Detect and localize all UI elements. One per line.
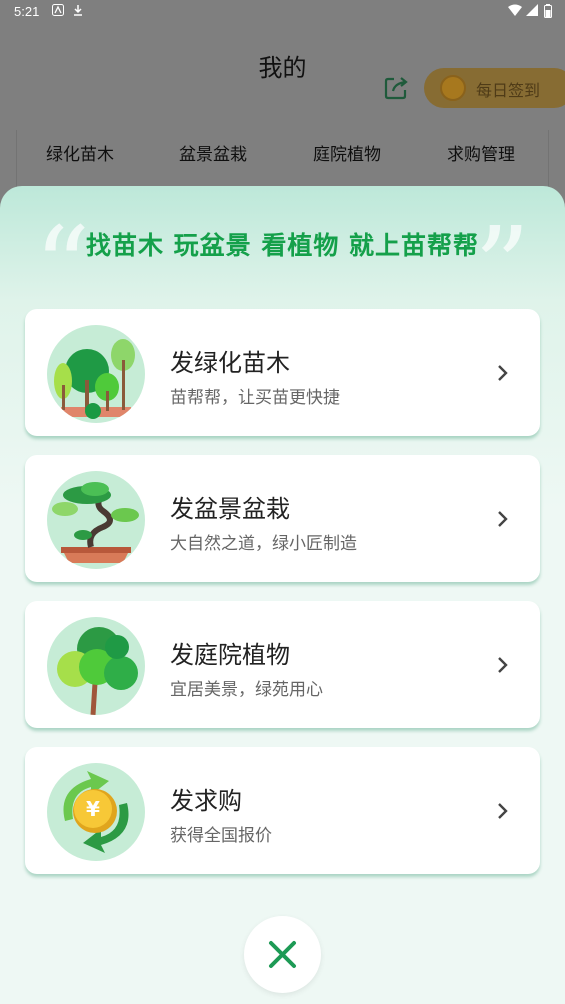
slogan-text: 找苗木 玩盆景 看植物 就上苗帮帮 [85,231,480,260]
card-title: 发盆景盆栽 [170,495,290,523]
post-purchase-request-card[interactable]: ¥ 发求购 获得全国报价 [25,747,540,874]
svg-text:¥: ¥ [86,797,100,821]
signal-icon [526,4,538,19]
chevron-right-icon [498,511,508,527]
status-time: 5:21 [14,4,40,19]
chevron-right-icon [498,657,508,673]
checkin-coin-icon [440,75,466,101]
status-bar: 5:21 [0,0,565,24]
bonsai-icon [47,471,145,569]
share-icon[interactable] [382,74,410,102]
checkin-label: 每日签到 [476,81,541,100]
publish-bottom-sheet: “ ” 找苗木 玩盆景 看植物 就上苗帮帮 发绿化苗木 苗帮帮，让买苗更快捷 发… [0,186,565,1004]
card-subtitle: 苗帮帮，让买苗更快捷 [170,388,340,408]
close-icon [269,941,296,968]
card-subtitle: 获得全国报价 [170,826,272,846]
tab-bonsai[interactable]: 盆景盆栽 [179,140,247,165]
post-courtyard-plants-card[interactable]: 发庭院植物 宜居美景，绿苑用心 [25,601,540,728]
post-bonsai-card[interactable]: 发盆景盆栽 大自然之道，绿小匠制造 [25,455,540,582]
close-sheet-button[interactable] [244,916,321,993]
wifi-icon [508,4,522,19]
purchase-coin-icon: ¥ [47,763,145,861]
green-trees-icon [47,325,145,423]
notification-a-icon [52,4,64,19]
tab-green-seedlings[interactable]: 绿化苗木 [46,140,114,165]
daily-checkin-button[interactable]: 每日签到 [424,68,565,108]
card-title: 发求购 [170,787,242,815]
card-title: 发庭院植物 [170,641,290,669]
chevron-right-icon [498,365,508,381]
card-subtitle: 大自然之道，绿小匠制造 [170,534,357,554]
courtyard-tree-icon [47,617,145,715]
slogan-banner: “ ” 找苗木 玩盆景 看植物 就上苗帮帮 [0,206,565,322]
download-icon [72,4,84,19]
chevron-right-icon [498,803,508,819]
tab-courtyard-plants[interactable]: 庭院植物 [313,140,381,165]
category-tabs: 绿化苗木 盆景盆栽 庭院植物 求购管理 [16,130,549,190]
card-title: 发绿化苗木 [170,349,290,377]
tab-purchase-management[interactable]: 求购管理 [447,140,515,165]
post-green-seedlings-card[interactable]: 发绿化苗木 苗帮帮，让买苗更快捷 [25,309,540,436]
battery-icon [544,4,552,21]
card-subtitle: 宜居美景，绿苑用心 [170,680,323,700]
